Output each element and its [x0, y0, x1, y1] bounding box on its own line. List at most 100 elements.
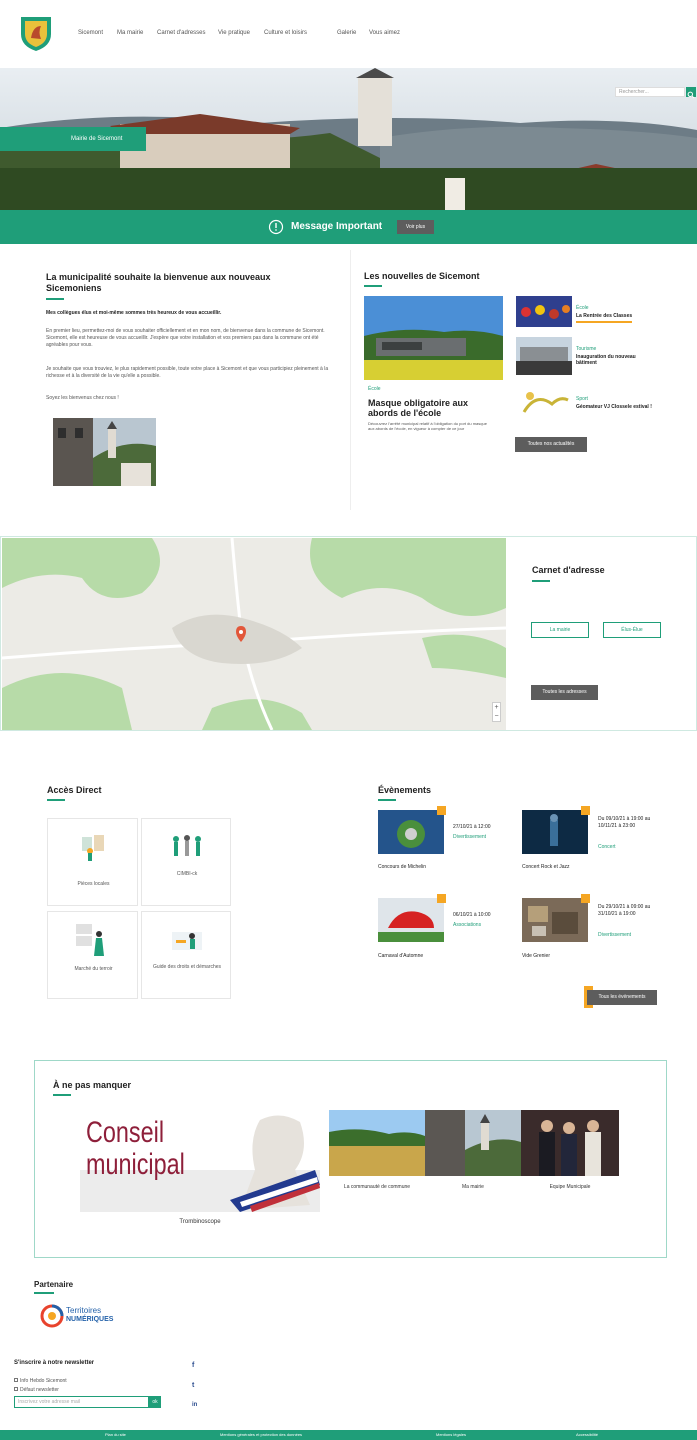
search-input[interactable]: Rechercher... [619, 89, 649, 96]
news-item-3-title[interactable]: Géomateur VJ Clossele estival ! [576, 404, 656, 410]
welcome-paragraph-3: Soyez les bienvenus chez nous ! [46, 395, 119, 401]
notice-title: Message Important [291, 221, 383, 232]
footer-sitemap-link[interactable]: Plan du site [105, 1432, 126, 1437]
dont-miss-item-1[interactable]: La communauté de commune [329, 1184, 425, 1191]
access-tile-3-label: Marché du terroir [74, 966, 113, 972]
news-main-text: Découvrez l'arrêté municipal relatif à l… [368, 421, 487, 432]
poster-line-2: municipal [86, 1148, 185, 1181]
nav-culture-loisirs[interactable]: Culture et loisirs [264, 30, 307, 36]
mairie-photo[interactable] [425, 1110, 521, 1176]
dont-miss-item-3[interactable]: Equipe Municipale [521, 1184, 619, 1191]
news-item-3-photo[interactable] [516, 386, 572, 420]
access-tile-3[interactable]: Marché du terroir [47, 911, 138, 999]
community-photo[interactable] [329, 1110, 425, 1176]
welcome-paragraph-1: En premier lieu, permettez-moi de vous s… [46, 328, 325, 348]
people-icon [173, 835, 201, 856]
news-item-3-category: Sport [576, 396, 588, 402]
nav-ma-mairie[interactable]: Ma mairie [117, 30, 143, 36]
checkbox-icon[interactable] [14, 1387, 18, 1391]
conseil-poster[interactable]: Conseil municipal [80, 1110, 320, 1212]
coat-of-arms-logo[interactable] [19, 14, 53, 52]
event-1-photo[interactable] [378, 810, 444, 854]
access-tile-1[interactable]: Pièces locales [47, 818, 138, 906]
nav-vie-pratique[interactable]: Vie pratique [218, 30, 250, 36]
newsletter-title: S'inscrire à notre newsletter [14, 1360, 95, 1366]
search-box: Rechercher... [615, 87, 685, 97]
all-events-button[interactable]: Tous les événements [587, 990, 657, 1005]
event-2-photo[interactable] [522, 810, 588, 854]
access-tile-2[interactable]: CIMBI-ck [141, 818, 231, 906]
news-item-1-category: École [576, 305, 589, 311]
dont-miss-title: À ne pas manquer [53, 1080, 132, 1090]
territoires-numeriques-logo-icon[interactable] [40, 1304, 64, 1328]
event-1-date: 27/10/21 à 12:00 [453, 824, 491, 830]
news-title: Les nouvelles de Sicemont [364, 271, 480, 281]
twitter-icon[interactable]: t [192, 1382, 194, 1389]
poster-caption[interactable]: Trombinoscope [80, 1219, 320, 1227]
newsletter-email-field[interactable]: Inscrivez votre adresse mail [14, 1396, 149, 1408]
event-3-name[interactable]: Carnaval d'Automne [378, 953, 423, 960]
market-icon [76, 924, 104, 956]
events-title: Évènements [378, 785, 432, 795]
event-1-name[interactable]: Concours de Michelin [378, 864, 426, 871]
map-zoom-control[interactable]: + − [492, 702, 501, 722]
dont-miss-item-2[interactable]: Ma mairie [425, 1184, 521, 1191]
notice-more-button[interactable]: Voir plus [397, 220, 434, 234]
footer-bar: Plan du site Mentions générales et prote… [0, 1430, 697, 1440]
newsletter-email-placeholder: Inscrivez votre adresse mail [18, 1399, 80, 1405]
welcome-photo [53, 418, 156, 486]
all-news-button[interactable]: Toutes nos actualités [515, 437, 587, 452]
address-title: Carnet d'adresse [532, 565, 605, 575]
news-main-headline[interactable]: Masque obligatoire aux abords de l'école [368, 398, 483, 419]
news-item-2-photo[interactable] [516, 337, 572, 375]
documents-icon [82, 835, 104, 861]
footer-legal-link[interactable]: Mentions légales [436, 1432, 466, 1437]
hero-banner: Rechercher... Mairie de Sicemont [0, 68, 697, 210]
news-item-2-title[interactable]: Inauguration du nouveau bâtiment [576, 354, 656, 366]
event-2-name[interactable]: Concert Rock et Jazz [522, 864, 570, 871]
news-main-photo[interactable] [364, 296, 503, 380]
newsletter-submit-button[interactable]: ok [149, 1396, 161, 1408]
footer-privacy-link[interactable]: Mentions générales et protection des don… [220, 1432, 302, 1437]
news-item-1-title[interactable]: La Rentrée des Classes [576, 313, 633, 323]
nav-carnet-adresses[interactable]: Carnet d'adresses [157, 30, 206, 36]
checkbox-icon[interactable] [14, 1378, 18, 1382]
welcome-paragraph-2: Je souhaite que vous trouviez, le plus r… [46, 366, 329, 379]
linkedin-icon[interactable]: in [192, 1402, 197, 1408]
important-message-bar: Message Important Voir plus [0, 210, 697, 244]
all-addresses-button[interactable]: Toutes les adresses [531, 685, 598, 700]
welcome-title: La municipalité souhaite la bienvenue au… [46, 272, 271, 294]
partner-title: Partenaire [34, 1280, 74, 1289]
footer-accessibility-link[interactable]: Accessibilité [576, 1432, 598, 1437]
site-header: Sicemont Ma mairie Carnet d'adresses Vie… [0, 0, 697, 68]
nav-sicemont[interactable]: Sicemont [78, 30, 103, 36]
poster-line-1: Conseil [86, 1116, 165, 1149]
address-mairie-button[interactable]: La mairie [531, 622, 589, 638]
event-1-category: Divertissement [453, 834, 487, 840]
news-item-2-category: Tourisme [576, 346, 597, 352]
event-3-photo[interactable] [378, 898, 444, 942]
news-item-1-photo[interactable] [516, 296, 572, 327]
newsletter-option-1-label: Info Hebdo Sicemont [20, 1378, 67, 1384]
newsletter-option-2[interactable]: Défaut newsletter [14, 1387, 59, 1394]
nav-vous-aimez[interactable]: Vous aimez [369, 30, 400, 36]
hero-badge: Mairie de Sicemont [0, 127, 146, 151]
welcome-lead: Mes collègues élus et moi-même sommes tr… [46, 310, 222, 316]
access-tile-2-label: CIMBI-ck [176, 871, 198, 877]
facebook-icon[interactable]: f [192, 1362, 194, 1369]
nav-galerie[interactable]: Galerie [337, 30, 356, 36]
access-title: Accès Direct [47, 785, 102, 795]
event-2-date: Du 09/10/21 à 19:00 au 10/11/21 à 23:00 [598, 816, 651, 829]
search-icon[interactable] [686, 87, 696, 99]
team-photo[interactable] [521, 1110, 619, 1176]
village-map[interactable] [2, 538, 506, 730]
newsletter-option-1[interactable]: Info Hebdo Sicemont [14, 1378, 67, 1385]
guide-icon [172, 932, 202, 950]
event-4-date: Du 29/10/21 à 09:00 au 31/10/21 à 19:00 [598, 904, 651, 917]
event-4-photo[interactable] [522, 898, 588, 942]
event-4-name[interactable]: Vide Grenier [522, 953, 550, 960]
address-elus-button[interactable]: Élus-Élue [603, 622, 661, 638]
access-tile-4[interactable]: Guide des droits et démarches [141, 911, 231, 999]
newsletter-option-2-label: Défaut newsletter [20, 1387, 59, 1393]
alert-icon [268, 219, 284, 235]
